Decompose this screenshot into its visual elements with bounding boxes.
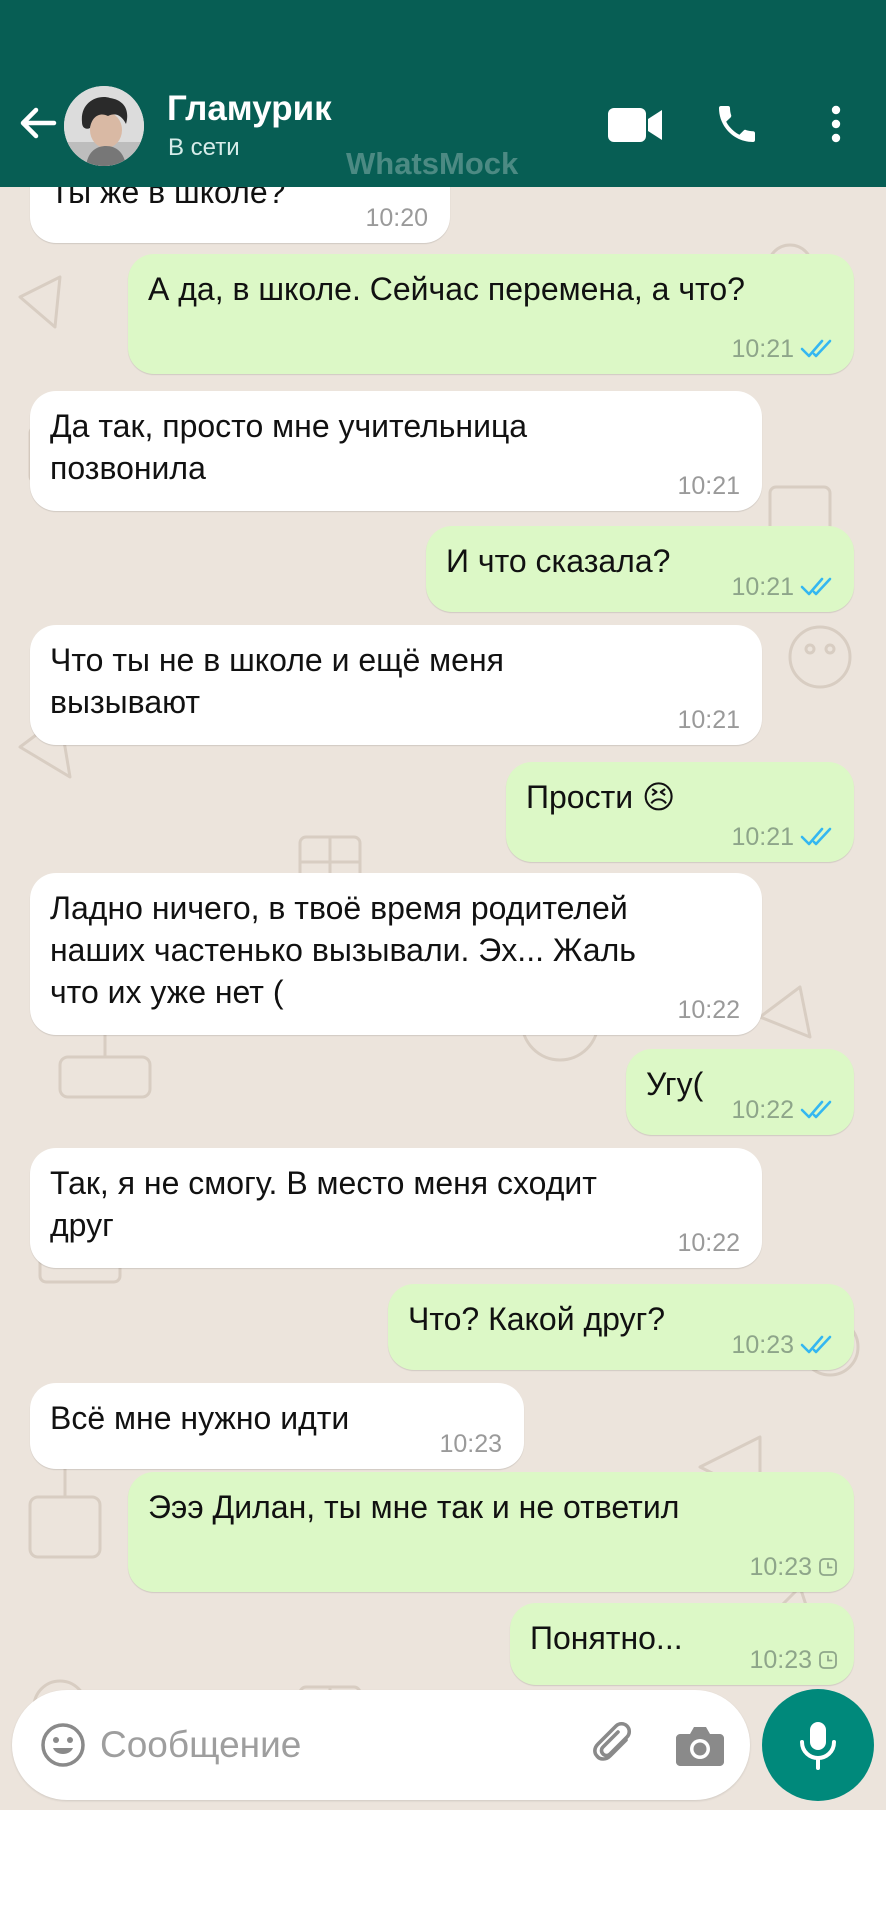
contact-name[interactable]: Гламурик xyxy=(167,89,332,129)
message-time: 10:23 xyxy=(749,1553,812,1581)
emoji-icon[interactable] xyxy=(38,1720,88,1770)
message-meta: 10:21 xyxy=(731,572,838,602)
message-meta: 10:21 xyxy=(731,822,838,852)
incoming-message[interactable]: Да так, просто мне учительница позвонила 1… xyxy=(30,391,762,511)
message-line: наших частенько вызывали. Эх... Жаль xyxy=(50,932,636,968)
phone-icon[interactable] xyxy=(713,100,761,148)
message-text: Так, я не смогу. В место меня сходит друг xyxy=(50,1162,597,1246)
more-options-icon[interactable] xyxy=(822,100,850,148)
message-line: Ты же в школе? xyxy=(50,187,286,210)
outgoing-message[interactable]: А да, в школе. Сейчас перемена, а что? 10… xyxy=(128,254,854,374)
message-line: Да так, просто мне учительница xyxy=(50,408,528,444)
message-text: Прости 😣 xyxy=(526,776,675,818)
message-time: 10:22 xyxy=(731,1096,794,1124)
message-time: 10:21 xyxy=(731,335,794,363)
message-composer xyxy=(12,1690,750,1800)
message-time: 10:23 xyxy=(731,1331,794,1359)
double-check-icon xyxy=(800,577,832,596)
message-input[interactable] xyxy=(100,1718,540,1772)
message-text: Что ты не в школе и ещё меня вызывают xyxy=(50,639,504,723)
double-check-icon xyxy=(800,827,832,846)
message-time: 10:21 xyxy=(677,472,740,500)
message-line: Понятно... xyxy=(530,1620,683,1656)
message-meta: 10:23 xyxy=(731,1330,838,1360)
message-meta: 10:22 xyxy=(677,995,740,1025)
double-check-icon xyxy=(800,1335,832,1354)
incoming-message[interactable]: Так, я не смогу. В место меня сходит друг… xyxy=(30,1148,762,1268)
microphone-button[interactable] xyxy=(762,1689,874,1801)
message-text: Да так, просто мне учительница позвонила xyxy=(50,405,527,489)
message-meta: 10:20 xyxy=(365,203,428,233)
message-meta: 10:21 xyxy=(677,705,740,735)
message-line: Эээ Дилан, ты мне так и не ответил xyxy=(148,1489,680,1525)
message-meta: 10:22 xyxy=(731,1095,838,1125)
back-arrow-icon[interactable] xyxy=(14,98,64,148)
message-meta: 10:23 xyxy=(439,1429,502,1459)
message-line: И что сказала? xyxy=(446,543,671,579)
message-line: Прости 😣 xyxy=(526,779,676,815)
message-text: Всё мне нужно идти xyxy=(50,1397,349,1439)
outgoing-message[interactable]: Эээ Дилан, ты мне так и не ответил 10:23 xyxy=(128,1472,854,1592)
message-line: друг xyxy=(50,1207,114,1243)
message-line: Всё мне нужно идти xyxy=(50,1400,350,1436)
message-text: Ты же в школе? xyxy=(50,187,285,213)
message-meta: 10:23 xyxy=(749,1552,838,1582)
message-line: Ладно ничего, в твоё время родителей xyxy=(50,890,628,926)
message-line: А да, в школе. Сейчас перемена, а что? xyxy=(148,271,745,307)
message-text: Ладно ничего, в твоё время родителей наши… xyxy=(50,887,636,1013)
message-time: 10:23 xyxy=(439,1430,502,1458)
message-meta: 10:23 xyxy=(749,1645,838,1675)
message-time: 10:22 xyxy=(677,1229,740,1257)
clock-icon xyxy=(819,1558,837,1576)
message-time: 10:21 xyxy=(677,706,740,734)
message-line: вызывают xyxy=(50,684,201,720)
message-text: Угу( xyxy=(646,1063,703,1105)
contact-status: В сети xyxy=(168,134,240,161)
message-line: Угу( xyxy=(646,1066,704,1102)
message-meta: 10:22 xyxy=(677,1228,740,1258)
video-call-icon[interactable] xyxy=(606,104,664,146)
message-text: Что? Какой друг? xyxy=(408,1298,665,1340)
message-text: Понятно... xyxy=(530,1617,683,1659)
message-line: что их уже нет ( xyxy=(50,974,284,1010)
message-text: А да, в школе. Сейчас перемена, а что? xyxy=(148,268,745,310)
incoming-message[interactable]: Ладно ничего, в твоё время родителей наши… xyxy=(30,873,762,1035)
message-text: Эээ Дилан, ты мне так и не ответил xyxy=(148,1486,679,1528)
outgoing-message[interactable]: И что сказала? 10:21 xyxy=(426,526,854,612)
message-meta: 10:21 xyxy=(677,471,740,501)
message-meta: 10:21 xyxy=(731,334,838,364)
message-time: 10:21 xyxy=(731,573,794,601)
watermark: WhatsMock xyxy=(346,146,519,181)
message-line: Что ты не в школе и ещё меня xyxy=(50,642,504,678)
message-time: 10:20 xyxy=(365,204,428,232)
message-line: Так, я не смогу. В место меня сходит xyxy=(50,1165,597,1201)
microphone-icon xyxy=(800,1722,836,1770)
incoming-message[interactable]: Ты же в школе? 10:20 xyxy=(30,187,450,243)
outgoing-message[interactable]: Угу( 10:22 xyxy=(626,1049,854,1135)
camera-icon[interactable] xyxy=(674,1720,726,1770)
outgoing-message[interactable]: Что? Какой друг? 10:23 xyxy=(388,1284,854,1370)
chat-header: Гламурик В сети WhatsMock xyxy=(0,0,886,187)
message-list[interactable]: Ты же в школе? 10:20 А да, в школе. Сейчас… xyxy=(0,187,886,1810)
double-check-icon xyxy=(800,339,832,358)
incoming-message[interactable]: Всё мне нужно идти 10:23 xyxy=(30,1383,524,1469)
message-time: 10:21 xyxy=(731,823,794,851)
chat-screen: Гламурик В сети WhatsMock Ты же в школе?… xyxy=(0,0,886,1920)
outgoing-message[interactable]: Понятно... 10:23 xyxy=(510,1603,854,1685)
message-line: позвонила xyxy=(50,450,206,486)
message-text: И что сказала? xyxy=(446,540,670,582)
message-time: 10:22 xyxy=(677,996,740,1024)
paperclip-icon[interactable] xyxy=(586,1718,642,1774)
outgoing-message[interactable]: Прости 😣 10:21 xyxy=(506,762,854,862)
message-line: Что? Какой друг? xyxy=(408,1301,666,1337)
incoming-message[interactable]: Что ты не в школе и ещё меня вызывают 10:2… xyxy=(30,625,762,745)
double-check-icon xyxy=(800,1100,832,1119)
clock-icon xyxy=(819,1651,837,1669)
message-time: 10:23 xyxy=(749,1646,812,1674)
contact-avatar[interactable] xyxy=(64,86,144,166)
bottom-area xyxy=(0,1810,886,1920)
